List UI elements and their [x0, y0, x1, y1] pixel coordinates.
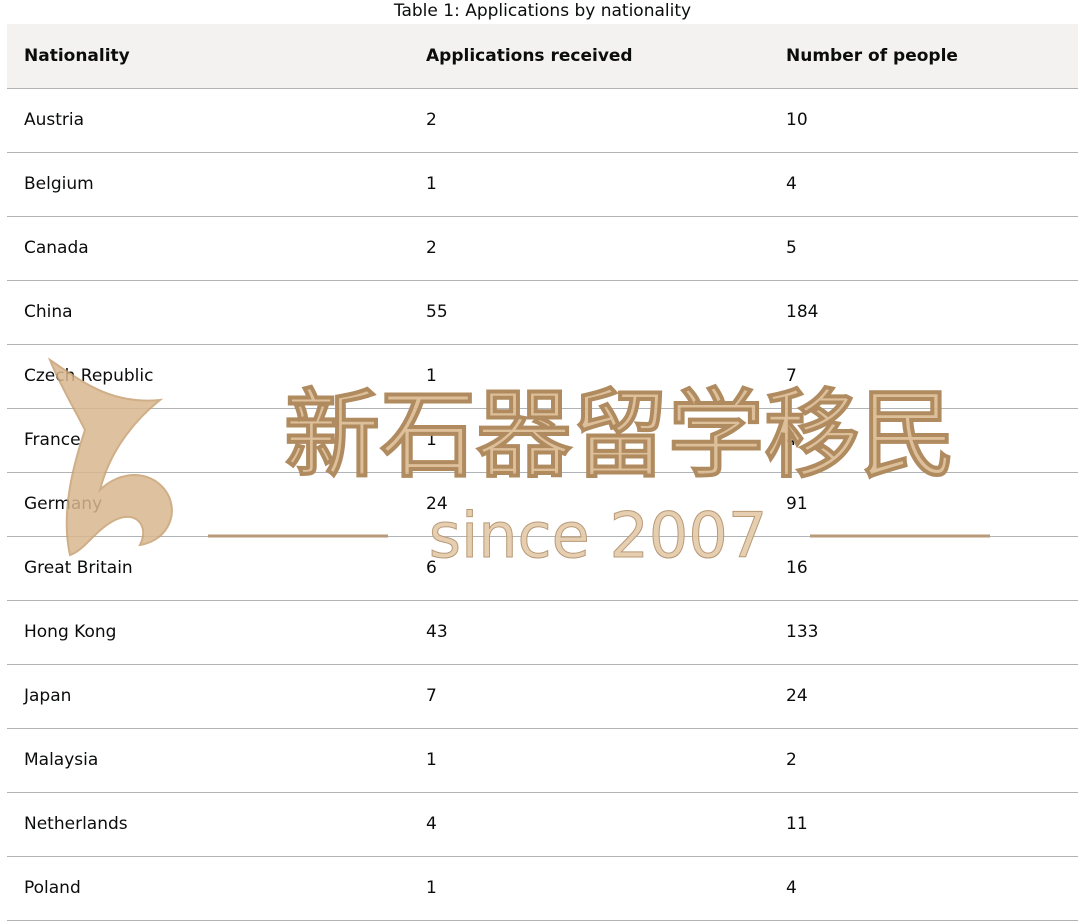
table-caption: Table 1: Applications by nationality — [393, 1, 692, 21]
nationality-cell: Canada — [7, 216, 409, 281]
applications-cell: 2 — [409, 216, 769, 281]
applications-cell: 4 — [409, 792, 769, 857]
people-cell: 16 — [769, 536, 1078, 601]
nationality-cell: Malaysia — [7, 728, 409, 793]
applications-cell: 24 — [409, 472, 769, 537]
nationality-cell: Austria — [7, 88, 409, 153]
people-cell: 184 — [769, 280, 1078, 345]
applications-cell: 1 — [409, 856, 769, 921]
table-row: Czech Republic 1 7 — [7, 344, 1078, 409]
people-cell: 4 — [769, 152, 1078, 217]
applications-cell: 7 — [409, 664, 769, 729]
nationality-cell: Germany — [7, 472, 409, 537]
people-cell: 2 — [769, 728, 1078, 793]
nationality-cell: France — [7, 408, 409, 473]
nationality-cell: Netherlands — [7, 792, 409, 857]
nationality-cell: Poland — [7, 856, 409, 921]
applications-cell: 6 — [409, 536, 769, 601]
applications-table: Nationality Applications received Number… — [7, 24, 1078, 921]
people-cell: 4 — [769, 856, 1078, 921]
applications-cell: 1 — [409, 344, 769, 409]
table-row: Germany 24 91 — [7, 472, 1078, 537]
applications-cell: 1 — [409, 152, 769, 217]
people-cell: 4 — [769, 408, 1078, 473]
nationality-cell: Great Britain — [7, 536, 409, 601]
table-body: Austria 2 10 Belgium 1 4 Canada 2 5 Chin… — [7, 88, 1078, 921]
people-cell: 91 — [769, 472, 1078, 537]
table-row: Belgium 1 4 — [7, 152, 1078, 217]
people-cell: 5 — [769, 216, 1078, 281]
table-row: Hong Kong 43 133 — [7, 600, 1078, 665]
people-cell: 133 — [769, 600, 1078, 665]
table-row: Japan 7 24 — [7, 664, 1078, 729]
column-header-number-of-people: Number of people — [769, 24, 1078, 89]
table-row: Canada 2 5 — [7, 216, 1078, 281]
people-cell: 7 — [769, 344, 1078, 409]
table-row: France 1 4 — [7, 408, 1078, 473]
table-row: Malaysia 1 2 — [7, 728, 1078, 793]
applications-cell: 55 — [409, 280, 769, 345]
table-row: China 55 184 — [7, 280, 1078, 345]
applications-cell: 1 — [409, 408, 769, 473]
nationality-cell: China — [7, 280, 409, 345]
people-cell: 24 — [769, 664, 1078, 729]
table-row: Poland 1 4 — [7, 856, 1078, 921]
table-header: Nationality Applications received Number… — [7, 24, 1078, 89]
nationality-cell: Belgium — [7, 152, 409, 217]
nationality-cell: Japan — [7, 664, 409, 729]
column-header-nationality: Nationality — [7, 24, 409, 89]
nationality-cell: Hong Kong — [7, 600, 409, 665]
nationality-cell: Czech Republic — [7, 344, 409, 409]
applications-cell: 1 — [409, 728, 769, 793]
table-row: Great Britain 6 16 — [7, 536, 1078, 601]
applications-cell: 2 — [409, 88, 769, 153]
table-row: Netherlands 4 11 — [7, 792, 1078, 857]
header-row: Nationality Applications received Number… — [7, 24, 1078, 89]
table-row: Austria 2 10 — [7, 88, 1078, 153]
applications-cell: 43 — [409, 600, 769, 665]
column-header-applications-received: Applications received — [409, 24, 769, 89]
people-cell: 11 — [769, 792, 1078, 857]
people-cell: 10 — [769, 88, 1078, 153]
